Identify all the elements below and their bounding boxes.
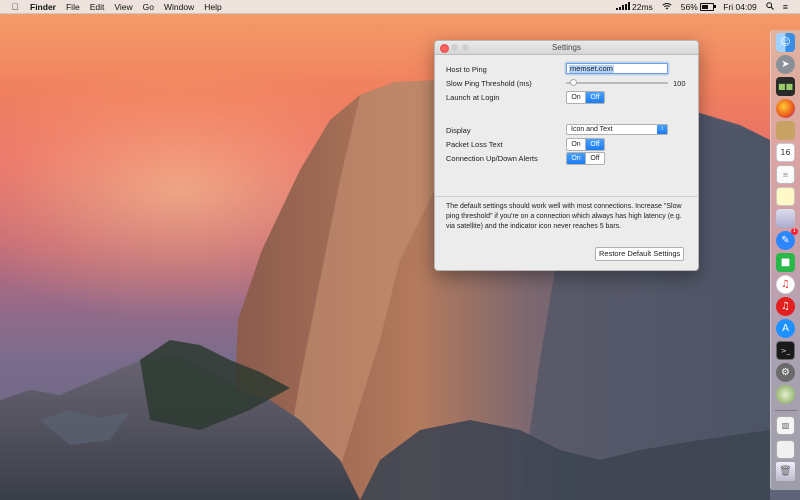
menu-app-name[interactable]: Finder [30,2,56,12]
facetime-icon[interactable]: ■ [776,253,795,272]
threshold-label: Slow Ping Threshold (ms) [446,79,532,88]
packet-on-segment[interactable]: On [567,139,585,150]
notes-icon[interactable] [776,121,795,140]
host-input-value: memset.com [569,64,614,73]
launch-toggle[interactable]: On Off [566,91,605,104]
dashboard-icon[interactable]: ■■ [776,77,795,96]
packet-loss-toggle[interactable]: On Off [566,138,605,151]
conn-on-segment[interactable]: On [567,153,585,164]
host-label: Host to Ping [446,65,487,74]
launchpad-icon[interactable]: ➤ [776,55,795,74]
menu-file[interactable]: File [66,2,80,12]
slider-knob[interactable] [569,79,577,86]
menu-view[interactable]: View [114,2,132,12]
music-icon[interactable]: ♫ [776,297,795,316]
menu-bar:  Finder File Edit View Go Window Help 2… [0,0,800,14]
ping-status-item[interactable]: 22ms [616,1,653,12]
display-select[interactable]: Icon and Text ↕ [566,124,668,135]
launch-label: Launch at Login [446,93,500,102]
menu-go[interactable]: Go [143,2,154,12]
packet-loss-label: Packet Loss Text [446,140,503,149]
threshold-value: 100 [673,79,686,88]
restore-defaults-button[interactable]: Restore Default Settings [595,247,685,261]
spotlight-search-icon[interactable] [766,1,774,12]
menu-help[interactable]: Help [204,2,221,12]
calendar-day: 16 [780,148,791,157]
battery-percent: 56% [680,1,698,12]
finder-icon[interactable]: ☺ [776,33,795,52]
itunes-icon[interactable]: ♫ [776,275,795,294]
launch-off-segment[interactable]: Off [585,92,604,103]
notification-center-icon[interactable]: ≡ [783,2,788,12]
dock-separator [775,410,797,411]
host-input[interactable]: memset.com [566,63,668,74]
textedit-icon[interactable]: ≡ [776,165,795,184]
divider [435,196,698,197]
ping-value: 22ms [632,1,653,12]
trash-icon[interactable]: 🗑 [776,462,795,481]
window-title: Settings [552,43,581,52]
document-icon[interactable]: ▧ [776,416,795,435]
system-preferences-icon[interactable]: ⚙ [776,363,795,382]
wifi-icon[interactable] [662,2,672,12]
preview-icon[interactable] [776,187,795,206]
messages-icon[interactable]: ✎ 1 [776,228,798,250]
battery-icon [700,3,717,12]
packet-off-segment[interactable]: Off [585,139,604,150]
app-store-icon[interactable]: A [776,319,795,338]
firefox-icon[interactable] [776,99,795,118]
battery-status[interactable]: 56% [680,1,717,12]
menu-window[interactable]: Window [164,2,194,12]
browser-icon[interactable] [776,385,795,404]
menu-edit[interactable]: Edit [90,2,105,12]
help-description: The default settings should work well wi… [446,203,682,230]
updown-arrows-icon: ↕ [657,125,667,134]
display-label: Display [446,126,471,135]
network-icon[interactable] [776,440,795,459]
messages-badge: 1 [791,228,798,235]
window-titlebar[interactable]: Settings [435,41,698,55]
threshold-slider[interactable] [566,79,668,87]
apple-icon[interactable]:  [8,2,22,12]
settings-window: Settings Host to Ping memset.com Slow Pi… [434,40,699,271]
terminal-icon[interactable]: >_ [776,341,795,360]
connection-alerts-label: Connection Up/Down Alerts [446,154,538,163]
display-select-value: Icon and Text [571,126,613,133]
connection-alerts-toggle[interactable]: On Off [566,152,605,165]
launch-on-segment[interactable]: On [567,92,585,103]
image-capture-icon[interactable] [776,209,795,228]
conn-off-segment[interactable]: Off [585,153,604,164]
clock[interactable]: Fri 04:09 [723,2,757,12]
dock: ☺ ➤ ■■ 16 ≡ ✎ 1 ■ ♫ ♫ A >_ ⚙ ▧ 🗑 [770,30,800,490]
calendar-icon[interactable]: 16 [776,143,795,162]
signal-bars-icon [616,1,630,10]
slider-track [566,82,668,84]
